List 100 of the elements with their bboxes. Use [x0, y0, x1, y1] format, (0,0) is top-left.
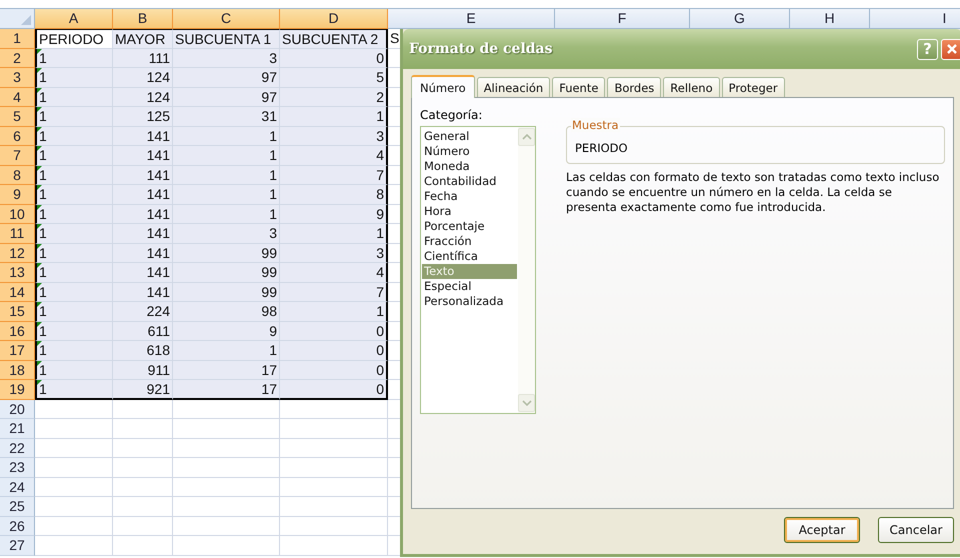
table-cell: 1 [35, 282, 113, 302]
table-cell: 141 [113, 263, 173, 282]
table-cell: 125 [113, 107, 173, 126]
table-cell: 31 [173, 107, 280, 126]
table-cell: 141 [113, 126, 173, 146]
list-item[interactable]: General [422, 129, 517, 144]
list-item[interactable]: Fracción [422, 234, 517, 249]
table-cell: 7 [280, 282, 388, 302]
table-cell: 1 [173, 204, 280, 224]
table-cell: 141 [113, 185, 173, 204]
column-header[interactable]: E [388, 9, 555, 29]
table-cell: 2 [280, 88, 388, 107]
table-cell: 1 [35, 126, 113, 146]
row-header[interactable]: 27 [0, 536, 35, 556]
row-header[interactable]: 10 [0, 204, 35, 224]
row-header[interactable]: 21 [0, 419, 35, 438]
table-cell: 1 [173, 341, 280, 360]
table-cell: 1 [173, 126, 280, 146]
table-cell: 124 [113, 68, 173, 88]
table-cell: 99 [173, 244, 280, 263]
table-cell: 1 [35, 146, 113, 166]
table-cell: 1 [35, 166, 113, 185]
dialog-button[interactable]: Cancelar [878, 517, 954, 543]
row-header[interactable]: 7 [0, 146, 35, 166]
table-cell: 3 [280, 244, 388, 263]
table-cell: 1 [35, 68, 113, 88]
close-button[interactable] [941, 38, 960, 60]
row-header[interactable]: 13 [0, 263, 35, 282]
row-header[interactable]: 15 [0, 302, 35, 322]
table-cell: 0 [280, 341, 388, 360]
row-header[interactable]: 1 [0, 29, 35, 48]
column-header[interactable]: F [555, 9, 690, 29]
sample-value: PERIODO [575, 140, 628, 155]
row-header[interactable]: 11 [0, 224, 35, 244]
list-item[interactable]: Científica [422, 249, 517, 264]
list-item[interactable]: Moneda [422, 159, 517, 174]
tab[interactable]: Bordes [607, 77, 662, 97]
list-item[interactable]: Número [422, 144, 517, 159]
column-header[interactable]: C [173, 9, 280, 29]
table-cell: 1 [35, 107, 113, 126]
table-cell: 99 [173, 263, 280, 282]
column-header[interactable]: H [790, 9, 870, 29]
row-header[interactable]: 4 [0, 88, 35, 107]
table-cell: 141 [113, 204, 173, 224]
row-header[interactable]: 5 [0, 107, 35, 126]
list-item[interactable]: Contabilidad [422, 174, 517, 189]
select-all-button[interactable] [0, 9, 35, 29]
table-cell: 1 [35, 244, 113, 263]
dialog-button[interactable]: Aceptar [784, 517, 860, 543]
column-header[interactable]: D [280, 9, 388, 29]
table-cell: 1 [280, 302, 388, 322]
tab[interactable]: Relleno [663, 77, 720, 97]
table-cell: SUBCUENTA 1 [173, 29, 280, 48]
list-item[interactable]: Hora [422, 204, 517, 219]
row-header[interactable]: 19 [0, 380, 35, 400]
scroll-up-button[interactable] [518, 128, 535, 146]
table-cell: SUBCUENTA 2 [280, 29, 388, 48]
chevron-up-icon [522, 134, 532, 140]
tab[interactable]: Alineación [476, 77, 550, 97]
tab[interactable]: Proteger [722, 77, 785, 97]
row-header[interactable]: 8 [0, 166, 35, 185]
row-header[interactable]: 22 [0, 438, 35, 458]
table-cell: 141 [113, 282, 173, 302]
column-header[interactable]: G [690, 9, 790, 29]
row-header[interactable]: 23 [0, 458, 35, 478]
empty-cell [113, 458, 173, 478]
table-cell: 611 [113, 322, 173, 341]
row-header[interactable]: 25 [0, 497, 35, 516]
chevron-down-icon [522, 400, 532, 406]
list-item[interactable]: Fecha [422, 189, 517, 204]
row-header[interactable]: 20 [0, 400, 35, 419]
row-header[interactable]: 6 [0, 126, 35, 146]
column-header[interactable]: B [113, 9, 173, 29]
tab[interactable]: Fuente [552, 77, 606, 97]
list-item[interactable]: Especial [422, 279, 517, 294]
table-cell: 124 [113, 88, 173, 107]
row-header[interactable]: 24 [0, 478, 35, 497]
scroll-down-button[interactable] [518, 394, 535, 412]
row-header[interactable]: 3 [0, 68, 35, 88]
list-item[interactable]: Porcentaje [422, 219, 517, 234]
row-header[interactable]: 12 [0, 244, 35, 263]
table-cell: 0 [280, 380, 388, 400]
empty-cell [113, 478, 173, 497]
tab[interactable]: Número [411, 75, 475, 98]
table-cell: 921 [113, 380, 173, 400]
table-cell: 111 [113, 48, 173, 68]
row-header[interactable]: 26 [0, 516, 35, 536]
table-cell: 1 [35, 263, 113, 282]
column-header[interactable]: I [870, 9, 960, 29]
row-header[interactable]: 16 [0, 322, 35, 341]
row-header[interactable]: 9 [0, 185, 35, 204]
column-header[interactable]: A [35, 9, 113, 29]
row-header[interactable]: 18 [0, 360, 35, 380]
scroll-bar[interactable] [518, 127, 535, 413]
row-header[interactable]: 2 [0, 48, 35, 68]
table-cell: 1 [35, 204, 113, 224]
list-item[interactable]: Personalizada [422, 294, 517, 309]
row-header[interactable]: 14 [0, 282, 35, 302]
row-header[interactable]: 17 [0, 341, 35, 360]
table-cell: 1 [35, 48, 113, 68]
